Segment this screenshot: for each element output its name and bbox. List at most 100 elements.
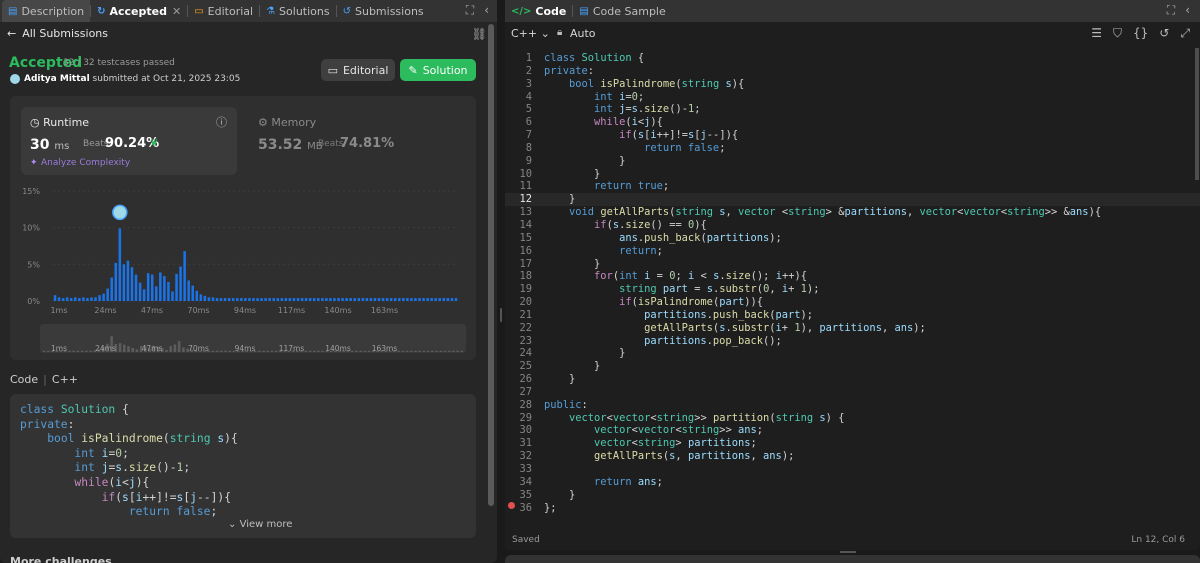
chart-bar[interactable] <box>175 273 178 301</box>
chart-bar[interactable] <box>430 298 433 301</box>
chart-bar[interactable] <box>159 272 162 301</box>
line-number[interactable]: 4 <box>505 91 532 104</box>
chart-bar[interactable] <box>122 264 126 301</box>
chart-bar[interactable] <box>231 298 235 301</box>
editor-line[interactable]: 21 partitions.push_back(part); <box>505 309 1200 322</box>
editor-line[interactable]: 11 return true; <box>505 180 1200 193</box>
chart-bar[interactable] <box>337 298 340 301</box>
chart-bar[interactable] <box>393 298 397 301</box>
editor-line[interactable]: 8 return false; <box>505 142 1200 155</box>
line-number[interactable]: 32 <box>505 450 532 463</box>
maximize-icon[interactable]: ⛶ <box>466 3 474 18</box>
chart-bar[interactable] <box>389 298 393 301</box>
chart-bar[interactable] <box>191 285 194 301</box>
line-number[interactable]: 21 <box>505 309 532 322</box>
left-scrollbar[interactable] <box>488 24 494 506</box>
line-number[interactable]: 7 <box>505 129 532 142</box>
chart-bar[interactable] <box>90 297 93 301</box>
chart-bar[interactable] <box>252 298 255 301</box>
panel-resizer[interactable] <box>497 0 505 563</box>
chart-bar[interactable] <box>280 298 284 301</box>
chart-bar[interactable] <box>345 298 348 301</box>
chart-bar[interactable] <box>406 298 409 301</box>
chart-bar[interactable] <box>130 267 134 301</box>
chart-bar[interactable] <box>308 298 312 301</box>
line-number[interactable]: 23 <box>505 335 532 348</box>
line-number[interactable]: 3 <box>505 78 532 91</box>
editor-line[interactable]: 3 bool isPalindrome(string s){ <box>505 78 1200 91</box>
chart-bar[interactable] <box>134 274 138 301</box>
view-more-button[interactable]: ⌄ View more <box>228 519 292 530</box>
chart-bar[interactable] <box>333 298 336 301</box>
line-number[interactable]: 22 <box>505 322 532 335</box>
editor-line[interactable]: 1 class Solution { <box>505 52 1200 65</box>
chart-bar[interactable] <box>163 276 166 301</box>
editor-line[interactable]: 34 return ans; <box>505 476 1200 489</box>
chart-bar[interactable] <box>446 298 450 301</box>
line-number[interactable]: 33 <box>505 463 532 476</box>
line-number[interactable]: 29 <box>505 412 532 425</box>
editor-line[interactable]: 14 if(s.size() == 0){ <box>505 219 1200 232</box>
editor-line[interactable]: 33 <box>505 463 1200 476</box>
chart-bar[interactable] <box>256 298 259 301</box>
editor-line[interactable]: 26 } <box>505 373 1200 386</box>
editor-line[interactable]: 23 partitions.pop_back(); <box>505 335 1200 348</box>
line-number[interactable]: 15 <box>505 232 532 245</box>
chart-bar[interactable] <box>138 282 142 301</box>
back-to-submissions-link[interactable]: ← All Submissions <box>7 27 108 40</box>
editor-line[interactable]: 19 string part = s.substr(0, i+ 1); <box>505 283 1200 296</box>
editor-line[interactable]: 2 private: <box>505 65 1200 78</box>
tab-submissions[interactable]: ↺ Submissions <box>337 0 430 22</box>
chart-bar[interactable] <box>240 298 243 301</box>
chart-bar[interactable] <box>150 274 154 301</box>
chart-bar[interactable] <box>402 298 405 301</box>
line-number[interactable]: 6 <box>505 116 532 129</box>
chart-bar[interactable] <box>187 280 190 301</box>
line-number[interactable]: 1 <box>505 52 532 65</box>
chart-bar[interactable] <box>325 298 328 301</box>
collapse-icon[interactable]: ‹ <box>1185 3 1190 18</box>
line-number[interactable]: 34 <box>505 476 532 489</box>
code-editor[interactable]: 1 class Solution {2 private: 3 bool isPalin… <box>505 52 1200 514</box>
line-number[interactable]: 25 <box>505 360 532 373</box>
chart-bar[interactable] <box>98 295 101 301</box>
chart-bar[interactable] <box>74 297 77 301</box>
line-number[interactable]: 18 <box>505 270 532 283</box>
line-number[interactable]: 8 <box>505 142 532 155</box>
chart-bar[interactable] <box>142 289 146 301</box>
chart-bar[interactable] <box>454 298 458 301</box>
line-number[interactable]: 12 <box>505 193 532 206</box>
line-number[interactable]: 30 <box>505 424 532 437</box>
chart-bar[interactable] <box>126 260 130 301</box>
chart-bar[interactable] <box>236 298 239 301</box>
runtime-distribution-chart[interactable]: 15% 10% 5% 0% 1ms 24ms 47ms 70ms 94ms 117ms 140ms… <box>10 96 476 360</box>
editor-line[interactable]: 16 return; <box>505 245 1200 258</box>
expand-icon[interactable]: ⤢ <box>1180 26 1190 41</box>
editor-line[interactable]: 5 int j=s.size()-1; <box>505 103 1200 116</box>
chart-bar[interactable] <box>264 298 267 301</box>
editor-line[interactable]: 30 vector<vector<string>> ans; <box>505 424 1200 437</box>
line-number[interactable]: 31 <box>505 437 532 450</box>
chart-bar[interactable] <box>183 251 186 301</box>
editor-line[interactable]: 7 if(s[i++]!=s[j--]){ <box>505 129 1200 142</box>
chart-bar[interactable] <box>349 298 352 301</box>
chart-range-selector[interactable]: 1ms 24ms 47ms 70ms 94ms 117ms 140ms 163ms <box>40 324 466 353</box>
chart-bar[interactable] <box>373 298 377 301</box>
resize-grip[interactable] <box>500 308 502 322</box>
chart-bar[interactable] <box>167 281 170 301</box>
chart-bar[interactable] <box>369 298 373 301</box>
tab-description[interactable]: ▤ Description <box>2 0 91 22</box>
chart-bar[interactable] <box>312 298 316 301</box>
chart-bar[interactable] <box>53 295 57 301</box>
chart-bar[interactable] <box>211 297 215 301</box>
chart-bar[interactable] <box>361 298 365 301</box>
solution-button[interactable]: ✎ Solution <box>400 59 476 81</box>
editor-line[interactable]: 28 public: <box>505 399 1200 412</box>
chart-bar[interactable] <box>321 298 324 301</box>
editor-line[interactable]: 29 vector<vector<string>> partition(stri… <box>505 412 1200 425</box>
chart-bar[interactable] <box>385 298 389 301</box>
line-number[interactable]: 16 <box>505 245 532 258</box>
line-number[interactable]: 13 <box>505 206 532 219</box>
chart-bar[interactable] <box>146 273 150 301</box>
editor-line[interactable]: 25 } <box>505 360 1200 373</box>
